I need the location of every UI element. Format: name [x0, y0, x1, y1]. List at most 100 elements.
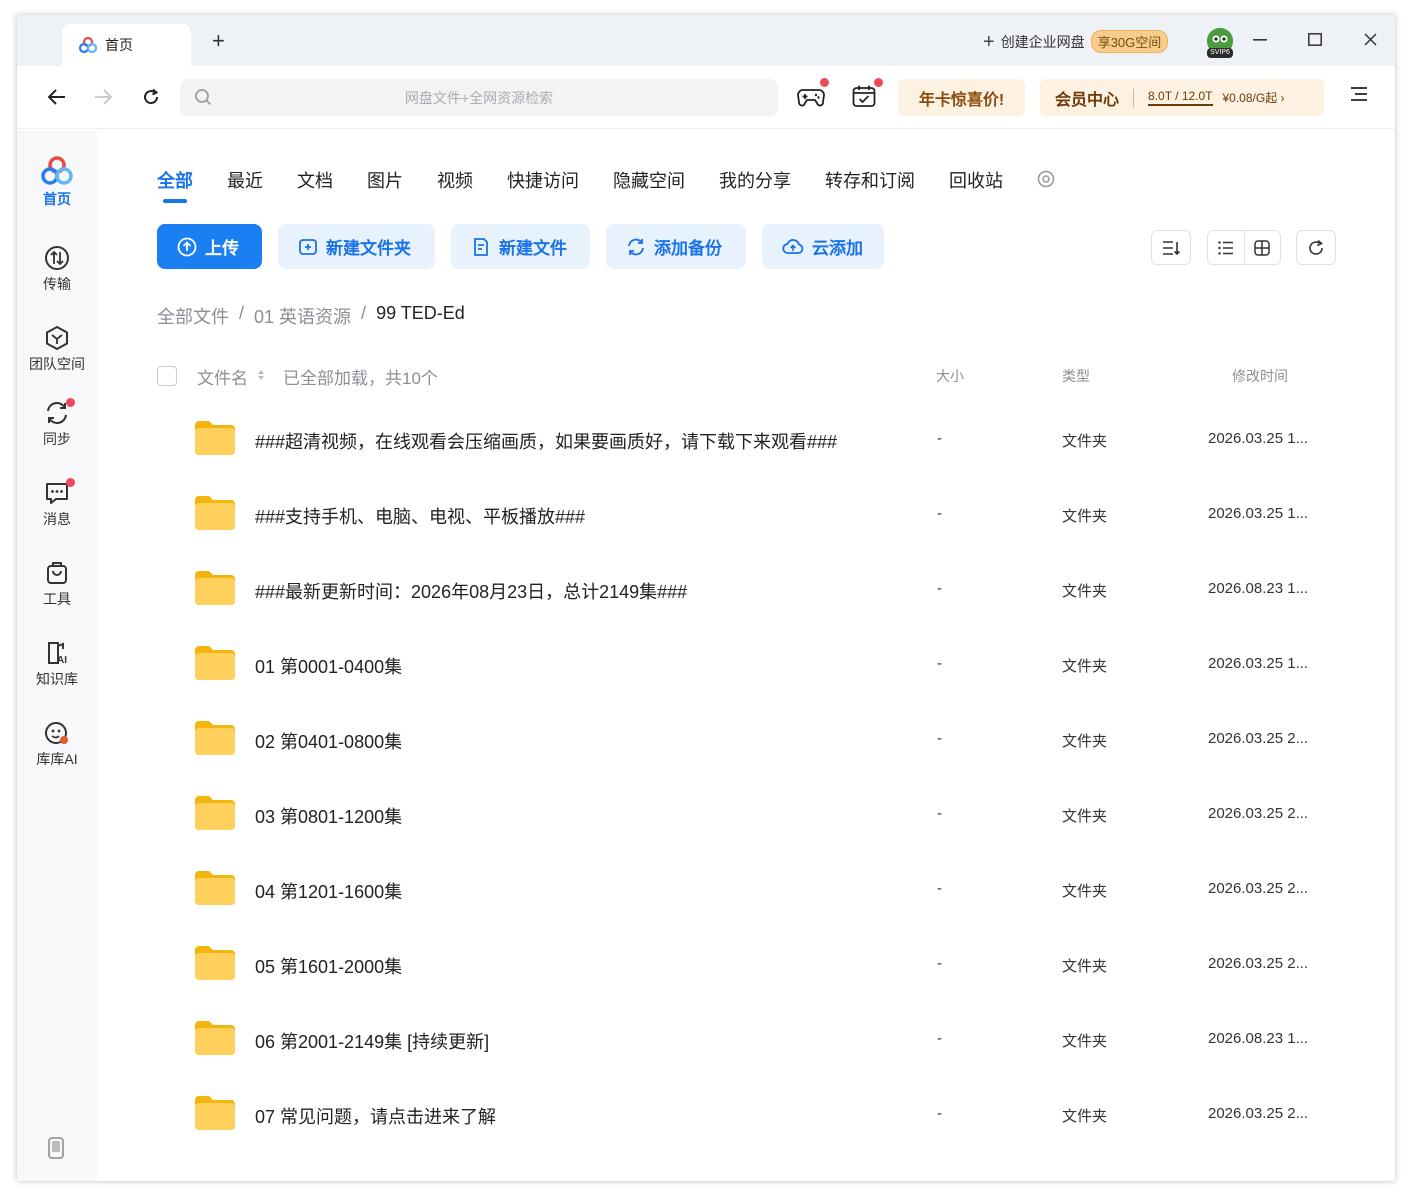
plus-icon: +: [983, 30, 995, 53]
sidebar-item-kuku-ai[interactable]: 库库AI: [17, 720, 97, 769]
category-tabs: 全部 最近 文档 图片 视频 快捷访问 隐藏空间 我的分享 转存和订阅 回收站: [157, 167, 1055, 203]
upload-button[interactable]: 上传: [157, 224, 262, 269]
sidebar-item-label: 同步: [43, 431, 71, 447]
tab-recent[interactable]: 最近: [227, 167, 263, 193]
table-row[interactable]: ###支持手机、电脑、电视、平板播放### - 文件夹 2026.03.25 1…: [157, 483, 1357, 558]
tab-hidden-space[interactable]: 隐藏空间: [613, 167, 685, 193]
menu-icon[interactable]: [1350, 86, 1368, 102]
file-name: 01 第0001-0400集: [255, 657, 403, 677]
cloud-upload-icon: [782, 238, 804, 254]
table-row[interactable]: 04 第1201-1600集 - 文件夹 2026.03.25 2...: [157, 858, 1357, 933]
tools-icon: [47, 562, 67, 584]
table-row[interactable]: 01 第0001-0400集 - 文件夹 2026.03.25 1...: [157, 633, 1357, 708]
search-input[interactable]: 网盘文件+全网资源检索: [180, 79, 778, 116]
table-row[interactable]: ###超清视频，在线观看会压缩画质，如果要画质好，请下载下来观看### - 文件…: [157, 408, 1357, 483]
checkin-button[interactable]: [852, 78, 883, 113]
view-mode-toggle: [1207, 230, 1281, 265]
new-file-icon: [474, 237, 488, 256]
breadcrumb-all-files[interactable]: 全部文件: [157, 303, 229, 329]
minimize-icon[interactable]: [1253, 39, 1267, 41]
cloud-add-button[interactable]: 云添加: [762, 224, 884, 269]
tab-recycle-bin[interactable]: 回收站: [949, 167, 1003, 193]
table-row[interactable]: ###最新更新时间：2026年08月23日，总计2149集### - 文件夹 2…: [157, 558, 1357, 633]
vip-center-button[interactable]: 会员中心 8.0T / 12.0T ¥0.08/G起 ›: [1040, 79, 1324, 116]
list-view-icon: [1218, 240, 1233, 255]
storage-quota: 8.0T / 12.0T: [1148, 89, 1213, 106]
toolbar: 网盘文件+全网资源检索 年卡惊喜价! 会员中心 8.0T / 12.0T ¥0.…: [17, 66, 1395, 129]
add-backup-button[interactable]: 添加备份: [606, 224, 746, 269]
breadcrumb-separator: /: [361, 303, 367, 323]
column-name-header[interactable]: 文件名: [197, 364, 248, 389]
file-type: 文件夹: [1062, 1108, 1108, 1125]
sidebar-item-label: 团队空间: [29, 356, 85, 372]
file-type: 文件夹: [1062, 583, 1108, 600]
svg-text:AI: AI: [57, 655, 67, 666]
create-enterprise-disk-button[interactable]: + 创建企业网盘 享30G空间: [983, 30, 1169, 53]
table-row[interactable]: 06 第2001-2149集 [持续更新] - 文件夹 2026.08.23 1…: [157, 1008, 1357, 1083]
column-modified-header[interactable]: 修改时间: [1232, 366, 1288, 386]
file-modified-date: 2026.03.25 2...: [1208, 805, 1309, 822]
grid-view-icon: [1254, 239, 1271, 256]
file-size: -: [937, 430, 942, 447]
table-row[interactable]: 05 第1601-2000集 - 文件夹 2026.03.25 2...: [157, 933, 1357, 1008]
file-modified-date: 2026.08.23 1...: [1208, 1030, 1309, 1047]
sidebar-item-sync[interactable]: 同步: [17, 398, 97, 449]
tab-all[interactable]: 全部: [157, 167, 193, 203]
folder-icon: [195, 421, 235, 455]
tab-home[interactable]: 首页: [62, 24, 191, 66]
back-arrow-icon[interactable]: [48, 89, 66, 105]
new-tab-button[interactable]: +: [212, 28, 225, 54]
tab-settings-icon[interactable]: [1037, 170, 1055, 188]
column-type-header: 类型: [1062, 368, 1090, 384]
maximize-icon[interactable]: [1308, 33, 1322, 46]
file-modified-date: 2026.03.25 2...: [1208, 955, 1309, 972]
select-all-checkbox[interactable]: [157, 366, 177, 386]
tab-quick-access[interactable]: 快捷访问: [507, 167, 579, 193]
avatar[interactable]: SVIP6: [1207, 28, 1233, 58]
file-size: -: [937, 955, 942, 972]
notification-dot: [66, 398, 75, 407]
new-file-button[interactable]: 新建文件: [451, 224, 590, 269]
table-row[interactable]: 02 第0401-0800集 - 文件夹 2026.03.25 2...: [157, 708, 1357, 783]
upload-label: 上传: [205, 239, 239, 258]
kuku-ai-icon: [45, 722, 68, 744]
list-view-button[interactable]: [1208, 240, 1244, 255]
sidebar-item-tools[interactable]: 工具: [17, 560, 97, 609]
sidebar-item-knowledge-base[interactable]: AI 知识库: [17, 640, 97, 689]
tab-my-shares[interactable]: 我的分享: [719, 167, 791, 193]
enterprise-badge: 享30G空间: [1090, 30, 1169, 53]
mobile-device-icon[interactable]: [48, 1137, 64, 1159]
search-placeholder: 网盘文件+全网资源检索: [404, 90, 554, 106]
tab-documents[interactable]: 文档: [297, 167, 333, 193]
gamepad-icon: [797, 89, 825, 107]
title-bar: 首页 + + 创建企业网盘 享30G空间 SVIP6: [17, 15, 1395, 66]
breadcrumb-english-resources[interactable]: 01 英语资源: [254, 303, 351, 329]
sort-icon: [1163, 240, 1180, 255]
sidebar-item-messages[interactable]: 消息: [17, 478, 97, 529]
tab-videos[interactable]: 视频: [437, 167, 473, 193]
game-button[interactable]: [797, 78, 829, 113]
sort-button[interactable]: [1151, 230, 1191, 265]
close-icon[interactable]: [1364, 33, 1377, 46]
sidebar-item-team-space[interactable]: 团队空间: [17, 325, 97, 374]
grid-view-button[interactable]: [1245, 239, 1280, 256]
file-modified-date: 2026.03.25 1...: [1208, 505, 1309, 522]
refresh-icon[interactable]: [142, 88, 160, 106]
tab-images[interactable]: 图片: [367, 167, 403, 193]
refresh-list-button[interactable]: [1296, 230, 1336, 265]
table-row[interactable]: 03 第0801-1200集 - 文件夹 2026.03.25 2...: [157, 783, 1357, 858]
folder-icon: [195, 796, 235, 830]
sort-arrows-icon[interactable]: [257, 368, 265, 382]
new-folder-button[interactable]: 新建文件夹: [278, 224, 435, 269]
folder-icon: [195, 721, 235, 755]
sidebar-item-label: 首页: [43, 191, 71, 207]
enterprise-label: 创建企业网盘: [1000, 33, 1085, 50]
forward-arrow-icon[interactable]: [94, 89, 112, 105]
annual-card-promo-button[interactable]: 年卡惊喜价!: [898, 79, 1025, 116]
sidebar: 首页 传输 团队空间 同步 消息 工具 AI 知识库 库库AI: [17, 130, 97, 1181]
sidebar-item-home[interactable]: 首页: [17, 156, 97, 209]
tab-transfers-subscriptions[interactable]: 转存和订阅: [825, 167, 915, 193]
table-row[interactable]: 07 常见问题，请点击进来了解 - 文件夹 2026.03.25 2...: [157, 1083, 1357, 1158]
folder-icon: [195, 1096, 235, 1130]
sidebar-item-transfer[interactable]: 传输: [17, 245, 97, 294]
